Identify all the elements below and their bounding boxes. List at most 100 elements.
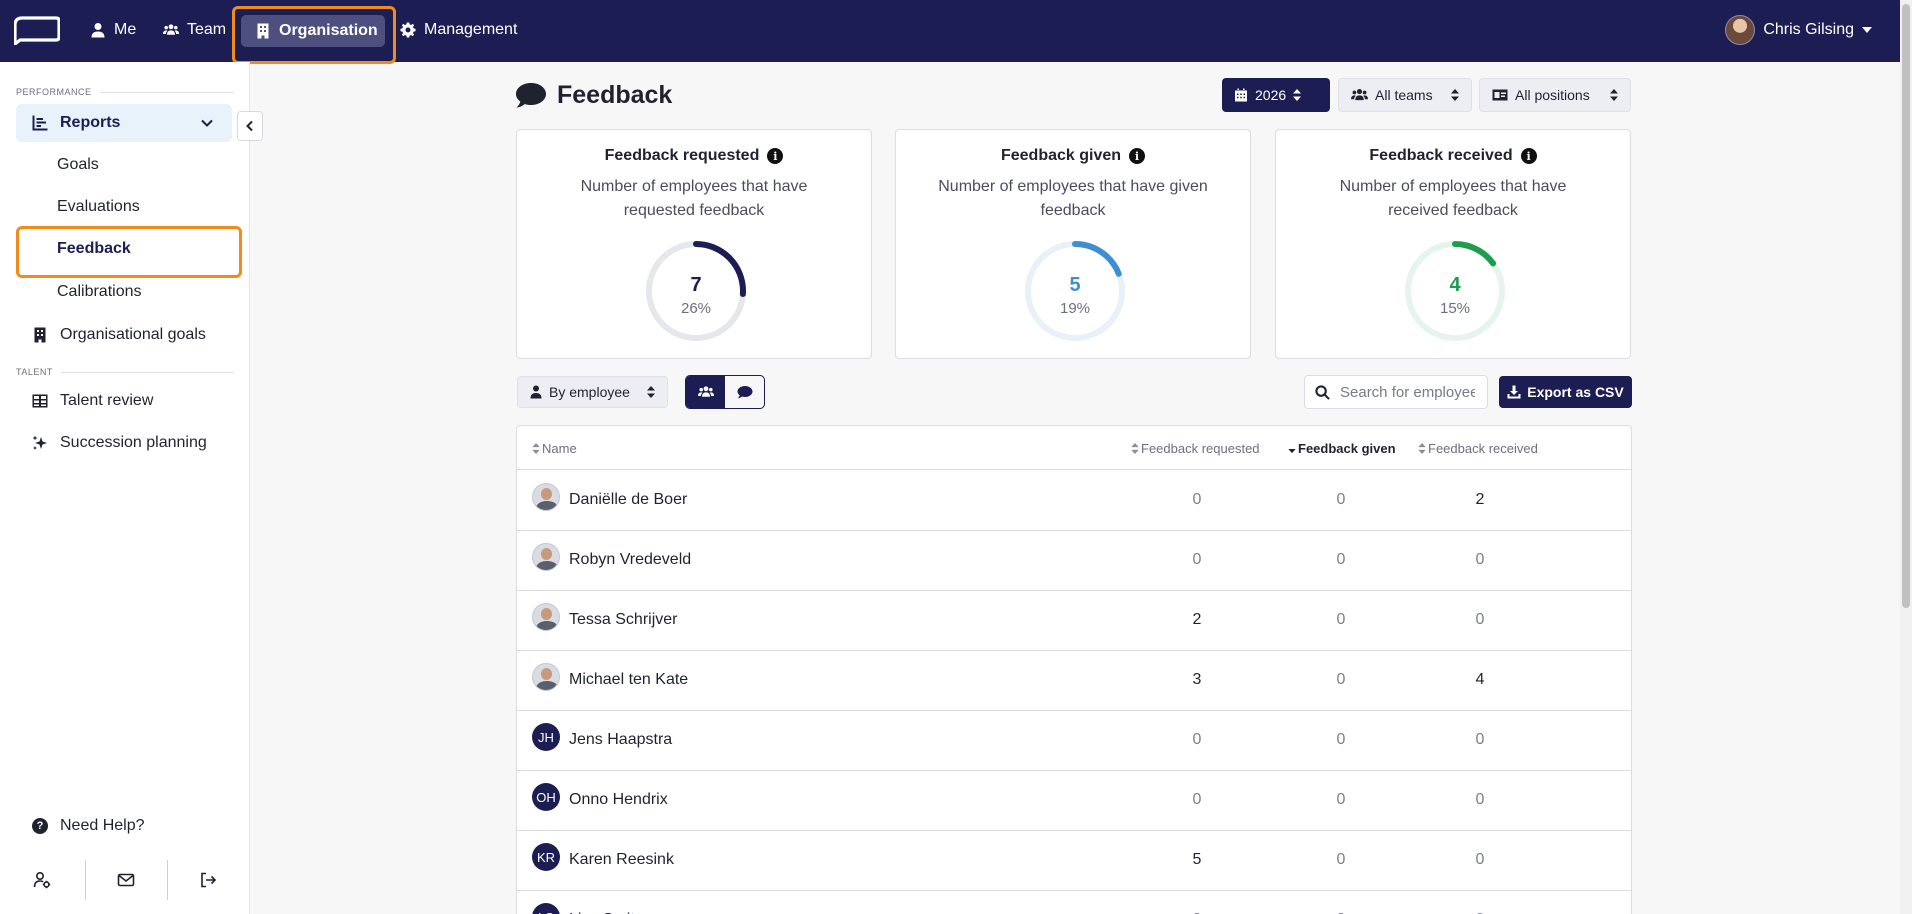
kpi-description: Number of employees that have received f… [1339, 178, 1567, 219]
year-filter[interactable]: 2026 [1222, 78, 1330, 112]
avatar [532, 543, 560, 571]
cell-given: 0 [1336, 851, 1346, 868]
table-grid-icon [32, 394, 48, 408]
avatar: JH [532, 723, 560, 751]
table-row[interactable]: Michael ten Kate 3 0 4 [517, 651, 1631, 711]
user-settings-button[interactable] [12, 860, 72, 900]
employee-name[interactable]: Onno Hendrix [569, 791, 668, 809]
user-menu[interactable]: Chris Gilsing [1725, 14, 1872, 46]
export-csv-label: Export as CSV [1527, 384, 1624, 400]
cell-received: 2 [1475, 491, 1485, 508]
search-input[interactable] [1340, 383, 1475, 401]
employee-name[interactable]: Robyn Vredeveld [569, 551, 691, 569]
info-icon[interactable]: i [767, 148, 784, 164]
kpi-title: Feedback received i [1276, 147, 1630, 165]
year-filter-value: 2026 [1255, 87, 1287, 103]
sort-desc-icon [1288, 448, 1296, 453]
page-scrollbar[interactable] [1900, 0, 1912, 914]
nav-me[interactable]: Me [80, 12, 146, 48]
sidebar-item-label: Reports [60, 114, 121, 131]
kpi-progress-ring: 4 15% [1402, 238, 1508, 344]
kpi-card: Feedback given i Number of employees that … [895, 129, 1251, 359]
nav-organisation[interactable]: Organisation [241, 15, 385, 47]
cell-received: 0 [1475, 851, 1485, 868]
table-row[interactable]: JH Jens Haapstra 0 0 0 [517, 711, 1631, 771]
calendar-icon [1235, 88, 1247, 102]
column-header-label: Feedback received [1428, 440, 1538, 456]
sidebar-item-talent-review[interactable]: Talent review [16, 382, 232, 420]
teams-filter[interactable]: All teams [1338, 78, 1472, 112]
need-help-link[interactable]: ? Need Help? [32, 817, 145, 835]
sidebar-item-goals[interactable]: Goals [16, 146, 232, 184]
logout-button[interactable] [178, 860, 238, 900]
sidebar-item-reports[interactable]: Reports [16, 104, 232, 142]
cell-requested: 0 [1192, 491, 1202, 508]
kpi-value: 5 [1069, 274, 1081, 296]
avatar [532, 603, 560, 631]
cell-received: 0 [1475, 551, 1485, 568]
app-logo[interactable] [14, 15, 60, 45]
sidebar-item-succession-planning[interactable]: Succession planning [16, 424, 232, 462]
employee-name[interactable]: Michael ten Kate [569, 671, 688, 689]
nav-team[interactable]: Team [153, 12, 236, 48]
collapse-sidebar-button[interactable] [237, 111, 263, 141]
search-icon [1315, 384, 1330, 400]
avatar: OH [532, 783, 560, 811]
cell-given: 0 [1336, 551, 1346, 568]
toggle-people-view[interactable] [686, 376, 725, 408]
sidebar-item-evaluations[interactable]: Evaluations [16, 188, 232, 226]
employee-name[interactable]: Jens Haapstra [569, 731, 672, 749]
nav-management[interactable]: Management [390, 12, 527, 48]
nav-team-label: Team [187, 21, 227, 38]
info-icon[interactable]: i [1129, 148, 1146, 164]
table-row[interactable]: Robyn Vredeveld 0 0 0 [517, 531, 1631, 591]
employee-name[interactable]: Karen Reesink [569, 851, 674, 869]
toggle-feedback-view[interactable] [725, 376, 764, 408]
employee-name[interactable]: Daniëlle de Boer [569, 491, 687, 509]
column-header-requested[interactable]: Feedback requested [1131, 426, 1260, 470]
sort-icon [1451, 89, 1459, 101]
table-header: Name Feedback requested Feedback given F… [517, 426, 1631, 470]
kpi-title-text: Feedback requested [604, 147, 760, 164]
column-header-name[interactable]: Name [532, 426, 577, 470]
sidebar-item-feedback[interactable]: Feedback [16, 230, 232, 268]
kpi-percent: 26% [680, 300, 712, 317]
table-row[interactable]: Tessa Schrijver 2 0 0 [517, 591, 1631, 651]
users-icon [697, 386, 714, 397]
avatar: LS [532, 903, 560, 914]
table-row[interactable]: LSLisa Smit000 [517, 891, 1631, 914]
column-header-received[interactable]: Feedback received [1418, 426, 1538, 470]
gear-icon [400, 22, 416, 38]
sidebar-item-organisational-goals[interactable]: Organisational goals [16, 316, 232, 354]
user-name: Chris Gilsing [1763, 21, 1854, 38]
kpi-title-text: Feedback given [1000, 147, 1122, 164]
sidebar-item-label: Feedback [57, 240, 131, 257]
positions-filter-value: All positions [1515, 87, 1590, 103]
avatar [532, 663, 560, 691]
cell-requested: 5 [1192, 851, 1202, 868]
sidebar-item-label: Calibrations [57, 283, 142, 300]
sidebar-item-calibrations[interactable]: Calibrations [16, 273, 232, 311]
download-icon [1507, 385, 1521, 399]
building-icon [34, 327, 46, 343]
sidebar-item-label: Organisational goals [60, 326, 206, 343]
table-row[interactable]: KR Karen Reesink 5 0 0 [517, 831, 1631, 891]
table-row[interactable]: OH Onno Hendrix 0 0 0 [517, 771, 1631, 831]
column-header-given[interactable]: Feedback given [1288, 426, 1396, 470]
table-row[interactable]: Daniëlle de Boer 0 0 2 [517, 471, 1631, 531]
sort-icon [532, 442, 540, 454]
chevron-down-icon [201, 119, 213, 127]
messages-button[interactable] [96, 860, 156, 900]
sidebar-item-label: Talent review [60, 392, 154, 409]
cell-received: 4 [1475, 671, 1485, 688]
scrollbar-thumb[interactable] [1902, 4, 1910, 608]
section-talent: TALENT [16, 367, 234, 377]
column-header-label: Name [542, 440, 577, 456]
info-icon[interactable]: i [1520, 148, 1537, 164]
group-by-select[interactable]: By employee [517, 376, 668, 408]
cell-requested: 3 [1192, 671, 1202, 688]
export-csv-button[interactable]: Export as CSV [1499, 376, 1632, 408]
positions-filter[interactable]: All positions [1479, 78, 1631, 112]
users-icon [163, 24, 179, 35]
employee-name[interactable]: Tessa Schrijver [569, 611, 677, 629]
